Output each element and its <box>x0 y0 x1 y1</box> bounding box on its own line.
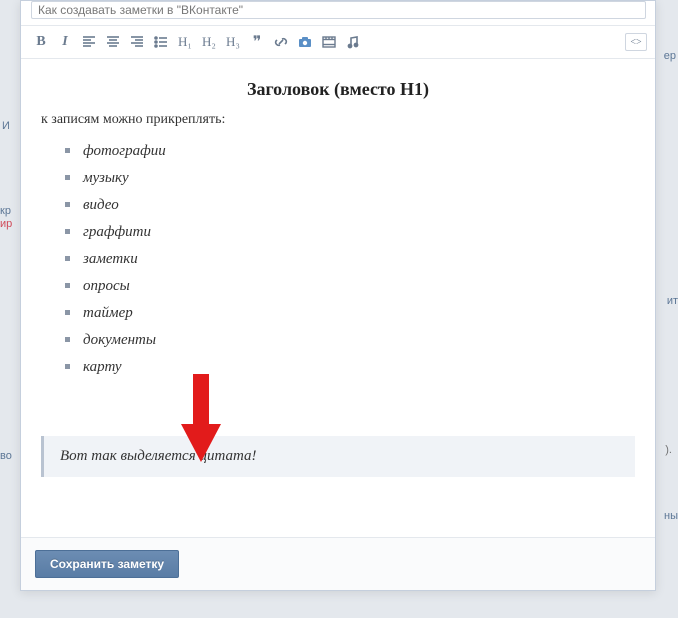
note-editor-modal: B I H₁ H₂ H₃ ❞ <> Заголо <box>20 0 656 591</box>
h3-button[interactable]: H₃ <box>221 30 245 54</box>
html-mode-button[interactable]: <> <box>625 33 647 51</box>
list-item: таймер <box>83 300 635 327</box>
list-item: опросы <box>83 273 635 300</box>
quote-button[interactable]: ❞ <box>245 30 269 54</box>
music-icon[interactable] <box>341 30 365 54</box>
list-item: заметки <box>83 246 635 273</box>
content-list: фотографии музыку видео граффити заметки… <box>41 138 635 381</box>
align-center-button[interactable] <box>101 30 125 54</box>
editor-content[interactable]: Заголовок (вместо H1) к записям можно пр… <box>21 59 655 537</box>
bg-text: кр <box>0 205 11 217</box>
bg-text: ). <box>665 444 672 456</box>
content-intro: к записям можно прикреплять: <box>41 112 635 128</box>
h2-button[interactable]: H₂ <box>197 30 221 54</box>
bg-text: ер <box>664 50 676 62</box>
italic-button[interactable]: I <box>53 30 77 54</box>
bold-button[interactable]: B <box>29 30 53 54</box>
note-title-input[interactable] <box>31 1 646 19</box>
bg-text: ир <box>0 218 12 230</box>
bg-text: во <box>0 450 12 462</box>
content-heading: Заголовок (вместо H1) <box>41 79 635 100</box>
link-button[interactable] <box>269 30 293 54</box>
align-left-button[interactable] <box>77 30 101 54</box>
quote-block: Вот так выделяется цитата! <box>41 436 635 477</box>
video-icon[interactable] <box>317 30 341 54</box>
list-item: документы <box>83 327 635 354</box>
bg-text: И <box>2 120 10 132</box>
save-note-button[interactable]: Сохранить заметку <box>35 550 179 578</box>
list-item: видео <box>83 192 635 219</box>
align-right-button[interactable] <box>125 30 149 54</box>
bg-text: ит <box>667 295 678 307</box>
list-item: музыку <box>83 165 635 192</box>
list-item: фотографии <box>83 138 635 165</box>
bg-text: ны <box>664 510 678 522</box>
modal-footer: Сохранить заметку <box>21 537 655 590</box>
red-arrow-annotation <box>181 374 221 464</box>
list-item: карту <box>83 354 635 381</box>
list-button[interactable] <box>149 30 173 54</box>
list-item: граффити <box>83 219 635 246</box>
camera-icon[interactable] <box>293 30 317 54</box>
h1-button[interactable]: H₁ <box>173 30 197 54</box>
editor-toolbar: B I H₁ H₂ H₃ ❞ <> <box>21 25 655 59</box>
